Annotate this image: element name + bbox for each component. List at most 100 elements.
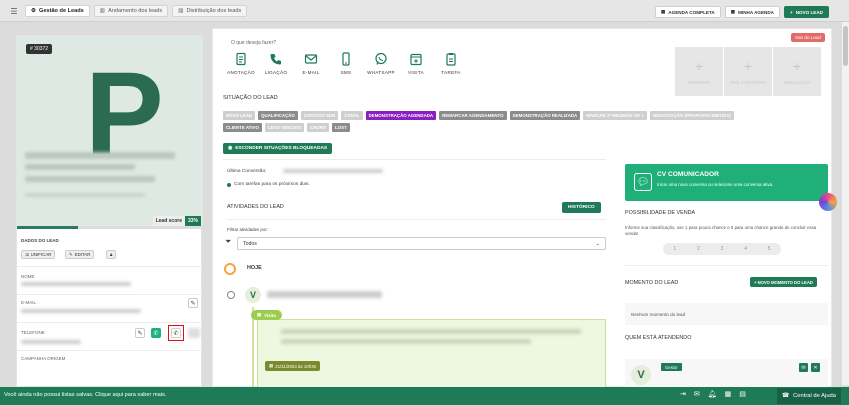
tab-gestao-de-leads[interactable]: ⚙ Gestão de Leads [25,5,90,17]
pencil-icon: ✎ [190,300,196,307]
situacao-tag[interactable]: DEMONSTRAÇÃO AGENDADA [365,111,437,120]
sms-action[interactable]: SMS [330,52,362,75]
situacao-tag[interactable]: MARCAR 2ª REUNIÃO OK + [583,111,648,120]
gestor-badge: Gestor [661,363,682,371]
historico-button[interactable]: HISTÓRICO [562,202,601,213]
status-dot-icon [227,182,231,187]
atendendo-title: QUEM ESTÁ ATENDENDO [625,335,692,341]
divider [223,159,606,160]
ligacao-action[interactable]: LIGAÇÃO [260,52,292,75]
whatsapp-icon [375,52,387,65]
message-check-icon[interactable]: ✉ [694,390,700,398]
situacao-tag[interactable]: CONTATO SDR [300,111,339,120]
situacao-tag[interactable]: CLIENTE ATIVO [223,123,262,132]
timeline-marker [227,291,235,299]
scrollbar-thumb[interactable] [843,26,848,66]
logout-icon[interactable]: ⇥ [680,390,686,398]
divider [625,265,828,266]
divider [17,322,203,323]
close-icon[interactable]: ✕ [811,363,820,372]
scrollbar[interactable] [842,22,849,385]
phone-icon [270,54,281,65]
tab-andamento-dos-leads[interactable]: ▥ Andamento dos leads [93,5,169,17]
mobile-icon [342,52,350,66]
atividades-title: ATIVIDADES DO LEAD [227,204,284,210]
situacao-tag[interactable]: NEGOCIAÇÃO (PROPOSTA EMITIDA) [650,111,734,120]
esconder-situacoes-button[interactable]: ◉ ESCONDER SITUAÇÕES BLOQUEADAS [223,143,333,154]
document-icon[interactable]: ▤ [739,390,746,398]
situacao-tag[interactable]: QUALIFICAÇÃO [258,111,298,120]
sair-do-lead-button[interactable]: Sair do Lead [790,33,825,42]
envelope-icon [304,54,318,64]
possibilidade-title: POSSIBILIDADE DE VENDA [625,210,696,216]
situacao-tag[interactable]: CHURN [307,123,329,132]
calendar-icon[interactable]: ▦ [725,390,732,398]
lock-button[interactable]: 🔒︎ [106,250,117,259]
central-de-ajuda-button[interactable]: ☎ Central de Ajuda [776,388,841,404]
chart-icon: ▥ [99,8,106,14]
edit-phone-button[interactable]: ✎ [135,328,145,338]
unificar-button[interactable]: ⇉ UNIFICAR [21,250,56,259]
tarefa-action[interactable]: TAREFA [435,52,467,75]
atendente-avatar: V [631,365,651,385]
email-action[interactable]: E-MAIL [295,52,327,75]
situacao-tag[interactable]: LOST [331,123,350,132]
novo-momento-button[interactable]: + NOVO MOMENTO DO LEAD [750,277,817,287]
rating-option[interactable]: 3 [721,246,724,252]
atendente-card: V Gestor ✉ ✕ [625,359,828,387]
novo-lead-button[interactable]: + NOVO LEAD [784,6,829,18]
rating-option[interactable]: 2 [697,246,700,252]
phone-extra-redacted [188,328,200,338]
divider [17,350,203,351]
cv-comunicador-card[interactable]: 💬︎ CV COMUNICADOR Inicie uma nova conver… [625,164,828,201]
main-panel: O que deseja fazer? Sair do Lead ANOTAÇÃ… [212,28,832,388]
whatsapp-icon: ✆ [153,330,159,337]
footer-icons: ⇥ ✉ 🔔︎ ▦ ▤ [680,390,746,398]
lead-profile-panel: P # 30372 Lead score 33% DADOS DO LEAD ⇉… [16,35,203,387]
editar-button[interactable]: ✎ EDITAR [65,250,95,259]
visita-text-redacted [281,329,581,334]
calendar-icon: ▦ [269,363,274,368]
saved-lists-message[interactable]: Você ainda não possui listas salvas. Cli… [4,392,166,398]
rating-option[interactable]: 4 [744,246,747,252]
situacao-tag[interactable]: DEMONSTRAÇÃO REALIZADA [509,111,581,120]
footer-bar: Você ainda não possui listas salvas. Cli… [0,387,849,405]
agenda-completa-button[interactable]: ▦ AGENDA COMPLETA [654,6,721,18]
plus-icon: + [694,58,704,74]
question-label: O que deseja fazer? [231,40,277,46]
chat-icon: 💬︎ [634,173,652,191]
lead-score: Lead score 33% [152,216,201,226]
situacao-tag[interactable]: NOVO LEAD [223,111,256,120]
situacao-tag[interactable]: CANAL [341,111,363,120]
email-label: E-MAIL [21,300,37,305]
situacao-tags: NOVO LEAD QUALIFICAÇÃO CONTATO SDR CANAL DEM… [223,111,753,132]
telefone-label: TELEFONE [21,330,45,335]
momento-empty-state: Nenhum momento do lead [625,303,828,325]
assistant-bubble-icon[interactable] [819,193,837,211]
whatsapp-button[interactable]: ✆ [151,328,161,338]
activity-author-redacted [267,291,382,298]
tab-distribuicao-dos-leads[interactable]: ▥ Distribuição dos leads [172,5,248,17]
rating-option[interactable]: 5 [768,246,771,252]
nome-label: NOME [21,274,35,279]
rating-option[interactable]: 1 [673,246,676,252]
situacao-tag[interactable]: LEAD VENCIDO [264,123,305,132]
menu-icon[interactable]: ☰ [7,5,21,17]
lead-score-fill [17,226,79,229]
ultima-conversao-label: Última Conversão: [227,169,267,174]
anotacao-action[interactable]: ANOTAÇÃO [225,52,257,75]
filtrar-label: Filtrar atividades por: [227,227,268,232]
activity-filter-select[interactable]: Todos ⌄ [237,237,606,250]
top-bar: ☰ ⚙ Gestão de Leads ▥ Andamento dos leads … [0,0,849,22]
edit-email-button[interactable]: ✎ [188,298,198,308]
lead-name-redacted [25,176,155,182]
clipboard-icon [446,53,456,66]
lead-score-value: 33% [184,216,201,226]
minha-agenda-button[interactable]: ▦ MINHA AGENDA [724,6,780,18]
whatsapp-action[interactable]: WHATSAPP [365,52,397,75]
visita-action[interactable]: VISITA [400,52,432,75]
bell-icon[interactable]: 🔔︎ [708,390,717,398]
situacao-tag[interactable]: REMARCAR AGENDAMENTO [439,111,507,120]
message-icon[interactable]: ✉ [799,363,808,372]
pencil-icon: ✎ [69,251,73,257]
